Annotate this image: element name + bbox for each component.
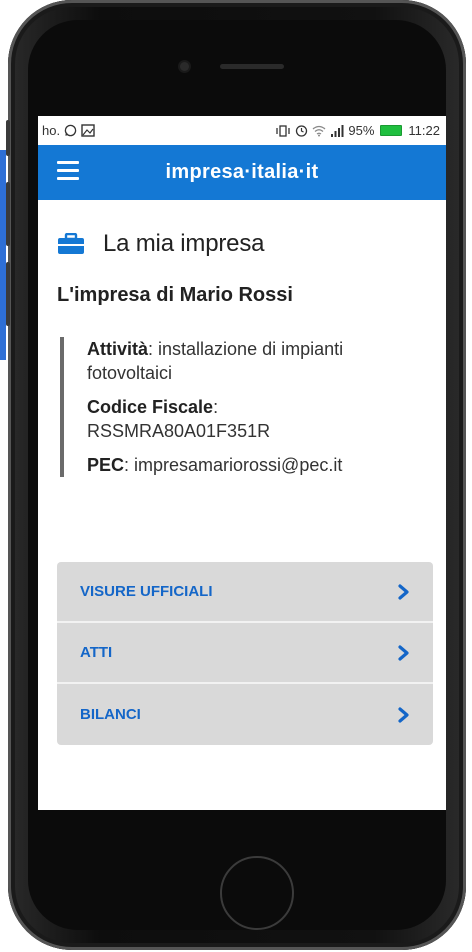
app-screen: ho. 95% 11:22 impresa·italia·it La mia i… [38,116,446,810]
pec-row: PEC: impresamariorossi@pec.it [87,453,427,477]
activity-label: Attività [87,339,149,359]
company-name: L'impresa di Mario Rossi [57,284,293,306]
document-menu: VISURE UFFICIALI ATTI BILANCI [57,562,433,745]
alarm-icon [296,125,308,137]
pec-value: : impresamariorossi@pec.it [124,455,343,475]
menu-item-label: VISURE UFFICIALI [80,583,213,600]
app-header: impresa·italia·it [38,145,446,200]
status-left-text: ho. [42,123,61,138]
tax-code-label: Codice Fiscale [87,397,214,417]
main-content: La mia impresa L'impresa di Mario Rossi … [38,226,446,477]
side-accent-bar [0,150,6,360]
vibrate-icon [276,124,291,137]
status-time: 11:22 [408,123,440,138]
chevron-right-icon [398,583,409,600]
whatsapp-icon [64,124,77,137]
section-header: La mia impresa [57,226,427,262]
signal-icon [331,124,344,137]
tax-code-colon: : [213,397,219,417]
phone-volume-down [6,262,10,326]
image-icon [81,124,95,137]
company-details: Attività: installazione di impianti foto… [60,337,427,477]
battery-icon [380,125,403,136]
page-title: La mia impresa [103,230,265,257]
battery-percentage: 95% [348,123,375,138]
menu-item-visure-ufficiali[interactable]: VISURE UFFICIALI [57,562,433,623]
phone-mute-switch [6,120,10,156]
home-button[interactable] [220,856,294,930]
tax-code-value: RSSMRA80A01F351R [87,421,271,441]
front-camera [180,62,189,71]
pec-label: PEC [87,455,125,475]
menu-item-label: BILANCI [80,706,141,723]
menu-item-atti[interactable]: ATTI [57,623,433,684]
phone-volume-up [6,182,10,246]
chevron-right-icon [398,706,409,723]
activity-row: Attività: installazione di impianti foto… [87,337,427,385]
earpiece-speaker [220,64,284,69]
hamburger-menu-icon[interactable] [57,161,79,181]
wifi-icon [312,125,326,136]
menu-item-bilanci[interactable]: BILANCI [57,684,433,745]
tax-code-row: Codice Fiscale: RSSMRA80A01F351R [87,395,427,443]
menu-item-label: ATTI [80,644,113,661]
brand-logo: impresa·italia·it [165,161,319,183]
status-bar: ho. 95% 11:22 [38,116,446,145]
briefcase-icon [58,233,84,254]
chevron-right-icon [398,644,409,661]
